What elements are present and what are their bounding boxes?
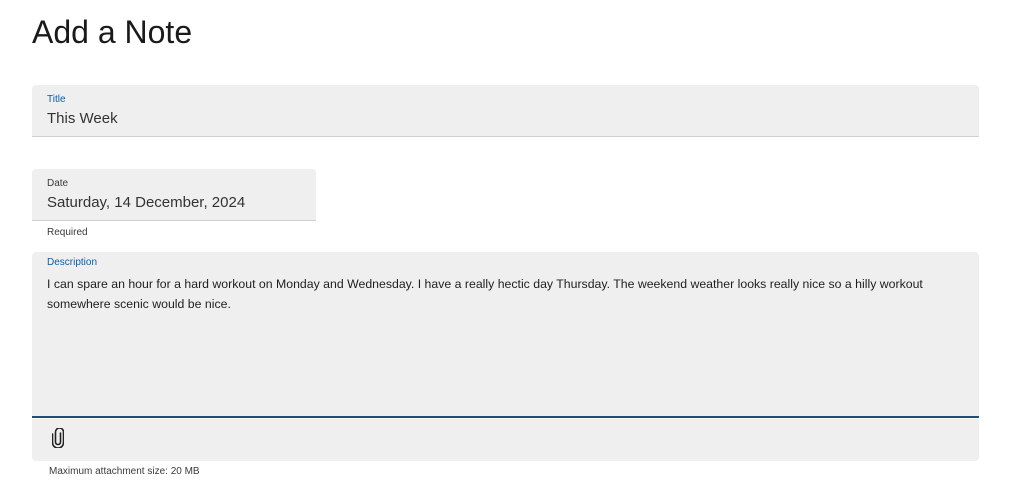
page-title: Add a Note xyxy=(32,14,193,50)
title-input[interactable]: This Week xyxy=(47,110,118,128)
date-input[interactable]: Saturday, 14 December, 2024 xyxy=(47,194,245,212)
title-field[interactable]: Title This Week xyxy=(32,85,979,137)
add-note-page: Add a Note Title This Week Date Saturday… xyxy=(0,0,1024,491)
description-field-label: Description xyxy=(47,257,98,268)
date-required-helper: Required xyxy=(47,227,88,238)
attachment-size-helper: Maximum attachment size: 20 MB xyxy=(49,466,200,477)
paperclip-icon xyxy=(51,426,65,453)
title-field-label: Title xyxy=(47,94,66,105)
attachment-bar xyxy=(32,419,979,461)
date-field[interactable]: Date Saturday, 14 December, 2024 xyxy=(32,169,316,221)
date-field-label: Date xyxy=(47,178,69,189)
attach-file-button[interactable] xyxy=(46,426,70,453)
description-field[interactable]: Description I can spare an hour for a ha… xyxy=(32,252,979,418)
description-textarea[interactable]: I can spare an hour for a hard workout o… xyxy=(47,274,967,314)
